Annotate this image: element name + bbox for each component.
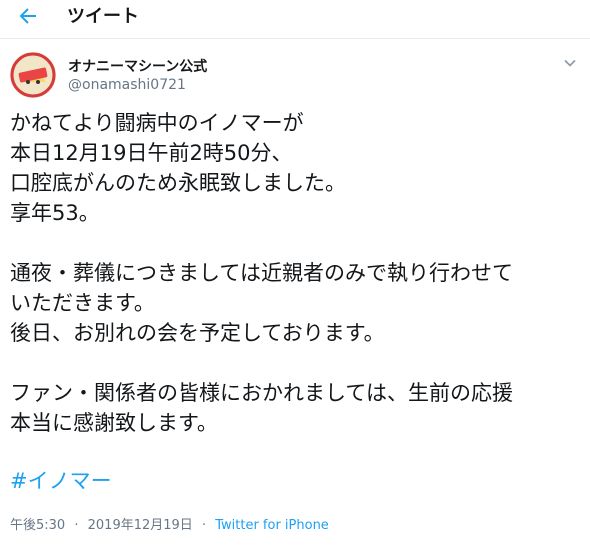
author-display-name[interactable]: オナニーマシーン公式 <box>68 56 207 76</box>
tweet-line: 本日12月19日午前2時50分、 <box>10 141 293 165</box>
tweet-meta: 午後5:30 · 2019年12月19日 · Twitter for iPhon… <box>10 514 329 533</box>
tweet-source-link[interactable]: Twitter for iPhone <box>215 518 329 533</box>
tweet-line: 本当に感謝致します。 <box>10 411 218 435</box>
page-title: ツイート <box>67 6 139 27</box>
tweet-date[interactable]: 2019年12月19日 <box>88 518 193 533</box>
meta-separator: · <box>74 518 79 533</box>
hashtag-link[interactable]: #イノマー <box>10 466 112 496</box>
arrow-left-icon[interactable] <box>16 4 40 28</box>
chevron-down-icon[interactable] <box>563 56 577 70</box>
tweet-line: 享年53。 <box>10 201 100 225</box>
tweet-line: 後日、お別れの会を予定しております。 <box>10 321 385 345</box>
meta-separator: · <box>201 518 207 533</box>
tweet-line: 口腔底がんのため永眠致しました。 <box>10 171 346 195</box>
author-handle[interactable]: @onamashi0721 <box>68 77 186 93</box>
tweet-line: かねてより闘病中のイノマーが <box>10 111 304 135</box>
avatar[interactable] <box>10 52 56 98</box>
header-bar: ツイート <box>0 0 590 39</box>
tweet-text: かねてより闘病中のイノマーが 本日12月19日午前2時50分、 口腔底がんのため… <box>10 108 580 438</box>
tweet-line: 通夜・葬儀につきましては近親者のみで執り行わせて <box>10 261 513 285</box>
tweet-time[interactable]: 午後5:30 <box>10 518 65 533</box>
tweet-line: いただきます。 <box>10 291 155 315</box>
tweet-line: ファン・関係者の皆様におかれましては、生前の応援 <box>10 381 513 405</box>
